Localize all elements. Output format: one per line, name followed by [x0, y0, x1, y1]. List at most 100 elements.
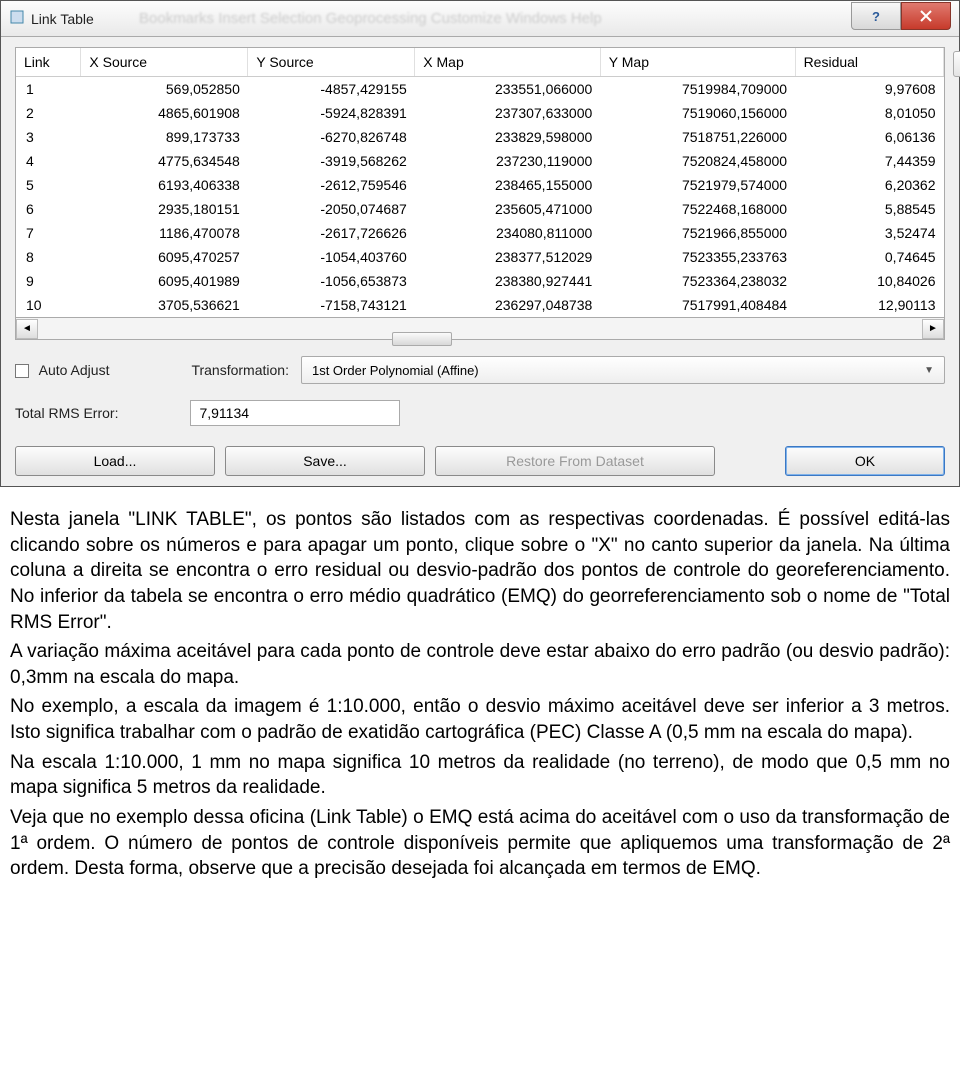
table-cell[interactable]: -2617,726626 [248, 221, 415, 245]
table-cell[interactable]: 7521966,855000 [600, 221, 795, 245]
table-cell[interactable]: -7158,743121 [248, 293, 415, 317]
table-cell[interactable]: -3919,568262 [248, 149, 415, 173]
paragraph: Na escala 1:10.000, 1 mm no mapa signifi… [10, 750, 950, 801]
table-cell[interactable]: 9 [16, 269, 81, 293]
table-row[interactable]: 71186,470078-2617,726626234080,811000752… [16, 221, 944, 245]
col-ymap[interactable]: Y Map [600, 48, 795, 77]
table-cell[interactable]: 5 [16, 173, 81, 197]
table-cell[interactable]: 5,88545 [795, 197, 943, 221]
table-cell[interactable]: 7,44359 [795, 149, 943, 173]
table-row[interactable]: 24865,601908-5924,828391237307,633000751… [16, 101, 944, 125]
table-cell[interactable]: 238380,927441 [415, 269, 601, 293]
delete-link-button[interactable] [953, 51, 960, 77]
paragraph: Nesta janela "LINK TABLE", os pontos são… [10, 507, 950, 635]
close-icon [919, 9, 933, 23]
table-cell[interactable]: -6270,826748 [248, 125, 415, 149]
table-cell[interactable]: 9,97608 [795, 77, 943, 102]
table-cell[interactable]: 3705,536621 [81, 293, 248, 317]
table-cell[interactable]: 7517991,408484 [600, 293, 795, 317]
table-cell[interactable]: 0,74645 [795, 245, 943, 269]
table-cell[interactable]: 1186,470078 [81, 221, 248, 245]
table-cell[interactable]: 6193,406338 [81, 173, 248, 197]
horizontal-scrollbar[interactable]: ◄ ► [15, 318, 945, 340]
scroll-thumb[interactable] [392, 332, 452, 346]
table-cell[interactable]: 899,173733 [81, 125, 248, 149]
table-cell[interactable]: 7518751,226000 [600, 125, 795, 149]
table-cell[interactable]: 233829,598000 [415, 125, 601, 149]
window-title: Link Table [31, 11, 851, 27]
table-cell[interactable]: 10 [16, 293, 81, 317]
table-cell[interactable]: 233551,066000 [415, 77, 601, 102]
save-button[interactable]: Save... [225, 446, 425, 476]
table-cell[interactable]: 4865,601908 [81, 101, 248, 125]
table-row[interactable]: 103705,536621-7158,743121236297,04873875… [16, 293, 944, 317]
table-row[interactable]: 62935,180151-2050,074687235605,471000752… [16, 197, 944, 221]
col-ysource[interactable]: Y Source [248, 48, 415, 77]
table-cell[interactable]: 7523355,233763 [600, 245, 795, 269]
table-cell[interactable]: 10,84026 [795, 269, 943, 293]
table-cell[interactable]: 6095,401989 [81, 269, 248, 293]
table-cell[interactable]: -1056,653873 [248, 269, 415, 293]
col-link[interactable]: Link [16, 48, 81, 77]
rms-value-field[interactable]: 7,91134 [190, 400, 400, 426]
restore-label: Restore From Dataset [506, 453, 644, 469]
table-row[interactable]: 56193,406338-2612,759546238465,155000752… [16, 173, 944, 197]
ok-button[interactable]: OK [785, 446, 945, 476]
auto-adjust-checkbox[interactable]: Auto Adjust [15, 362, 109, 379]
col-xmap[interactable]: X Map [415, 48, 601, 77]
load-label: Load... [94, 453, 137, 469]
table-cell[interactable]: 8,01050 [795, 101, 943, 125]
table-cell[interactable]: 238465,155000 [415, 173, 601, 197]
table-row[interactable]: 96095,401989-1056,653873238380,927441752… [16, 269, 944, 293]
table-cell[interactable]: 234080,811000 [415, 221, 601, 245]
table-cell[interactable]: 4 [16, 149, 81, 173]
table-cell[interactable]: 236297,048738 [415, 293, 601, 317]
table-cell[interactable]: -2612,759546 [248, 173, 415, 197]
table-cell[interactable]: -2050,074687 [248, 197, 415, 221]
table-cell[interactable]: 235605,471000 [415, 197, 601, 221]
table-cell[interactable]: 7520824,458000 [600, 149, 795, 173]
table-cell[interactable]: 6 [16, 197, 81, 221]
table-cell[interactable]: 7519060,156000 [600, 101, 795, 125]
table-cell[interactable]: -5924,828391 [248, 101, 415, 125]
table-cell[interactable]: 2 [16, 101, 81, 125]
table-cell[interactable]: 237230,119000 [415, 149, 601, 173]
table-cell[interactable]: 6095,470257 [81, 245, 248, 269]
transformation-combo[interactable]: 1st Order Polynomial (Affine) ▼ [301, 356, 945, 384]
table-cell[interactable]: 7522468,168000 [600, 197, 795, 221]
restore-button[interactable]: Restore From Dataset [435, 446, 715, 476]
table-row[interactable]: 86095,470257-1054,403760238377,512029752… [16, 245, 944, 269]
close-button[interactable] [901, 2, 951, 30]
col-residual[interactable]: Residual [795, 48, 943, 77]
link-table[interactable]: Link X Source Y Source X Map Y Map Resid… [15, 47, 945, 318]
table-cell[interactable]: 3 [16, 125, 81, 149]
table-cell[interactable]: 12,90113 [795, 293, 943, 317]
table-cell[interactable]: 1 [16, 77, 81, 102]
table-cell[interactable]: 8 [16, 245, 81, 269]
table-cell[interactable]: 7 [16, 221, 81, 245]
scroll-left-button[interactable]: ◄ [16, 319, 38, 339]
table-cell[interactable]: 3,52474 [795, 221, 943, 245]
titlebar[interactable]: Link Table Bookmarks Insert Selection Ge… [1, 1, 959, 37]
col-xsource[interactable]: X Source [81, 48, 248, 77]
table-cell[interactable]: -1054,403760 [248, 245, 415, 269]
table-cell[interactable]: 6,06136 [795, 125, 943, 149]
table-cell[interactable]: 6,20362 [795, 173, 943, 197]
table-cell[interactable]: -4857,429155 [248, 77, 415, 102]
scroll-right-button[interactable]: ► [922, 319, 944, 339]
table-cell[interactable]: 237307,633000 [415, 101, 601, 125]
table-row[interactable]: 1569,052850-4857,429155233551,0660007519… [16, 77, 944, 102]
table-cell[interactable]: 4775,634548 [81, 149, 248, 173]
table-row[interactable]: 44775,634548-3919,568262237230,119000752… [16, 149, 944, 173]
paragraph: A variação máxima aceitável para cada po… [10, 639, 950, 690]
table-cell[interactable]: 2935,180151 [81, 197, 248, 221]
table-row[interactable]: 3899,173733-6270,826748233829,5980007518… [16, 125, 944, 149]
load-button[interactable]: Load... [15, 446, 215, 476]
table-cell[interactable]: 7521979,574000 [600, 173, 795, 197]
table-cell[interactable]: 238377,512029 [415, 245, 601, 269]
table-cell[interactable]: 569,052850 [81, 77, 248, 102]
help-button[interactable]: ? [851, 2, 901, 30]
help-icon: ? [869, 9, 883, 23]
table-cell[interactable]: 7523364,238032 [600, 269, 795, 293]
table-cell[interactable]: 7519984,709000 [600, 77, 795, 102]
